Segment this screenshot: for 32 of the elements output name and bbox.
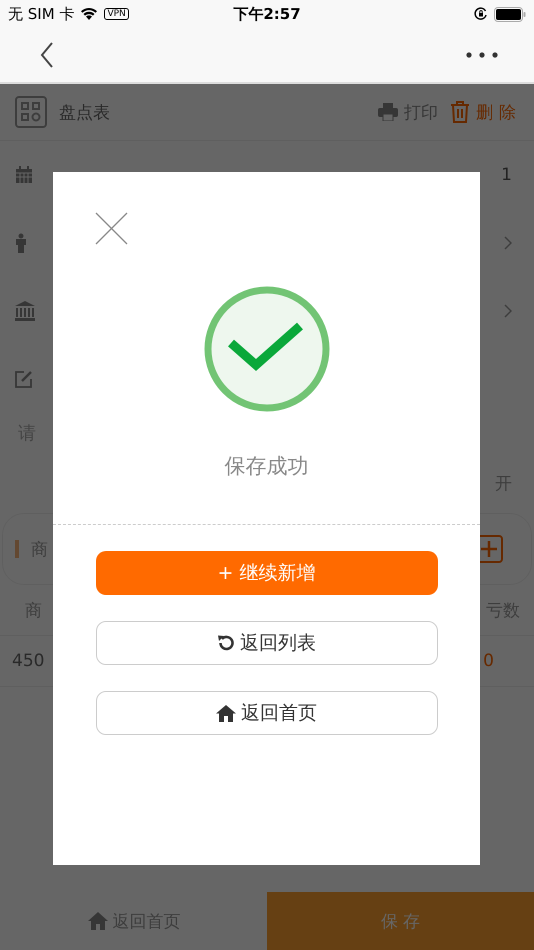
refresh-icon: [217, 634, 235, 652]
table-cell: 0: [483, 651, 494, 671]
dialog-button[interactable]: 返回列表: [96, 621, 438, 665]
person-icon: [15, 233, 27, 253]
close-icon[interactable]: [95, 212, 128, 245]
edit-icon: [15, 370, 33, 388]
chevron-right-icon: [504, 236, 512, 250]
success-message: 保存成功: [224, 453, 308, 480]
calendar-icon: [15, 166, 33, 184]
more-icon[interactable]: [466, 52, 498, 58]
rotation-lock-icon: [474, 7, 488, 21]
page-title: 盘点表: [59, 102, 110, 124]
table-cell: 450: [12, 651, 44, 671]
grid-search-icon: [15, 96, 47, 128]
wifi-icon: [80, 7, 98, 21]
dialog-button[interactable]: + 继续新增: [96, 551, 438, 595]
printer-icon: [378, 103, 398, 121]
trash-icon: [450, 101, 470, 123]
home-icon: [86, 911, 108, 931]
dialog-button[interactable]: 返回首页: [96, 691, 438, 735]
battery-icon: [494, 6, 526, 22]
home-icon: [216, 704, 236, 722]
carrier-label: 无 SIM 卡: [8, 4, 74, 24]
bank-icon: [15, 301, 35, 321]
field-value: 1: [501, 165, 512, 185]
chevron-right-icon: [504, 304, 512, 318]
vpn-badge: VPN: [104, 8, 129, 20]
clock-time: 下午2:57: [233, 4, 301, 24]
toolbar-button[interactable]: 删除: [450, 100, 522, 124]
back-icon[interactable]: [40, 42, 54, 68]
success-check-icon: [204, 286, 330, 412]
save-button[interactable]: 保 存: [267, 892, 534, 950]
